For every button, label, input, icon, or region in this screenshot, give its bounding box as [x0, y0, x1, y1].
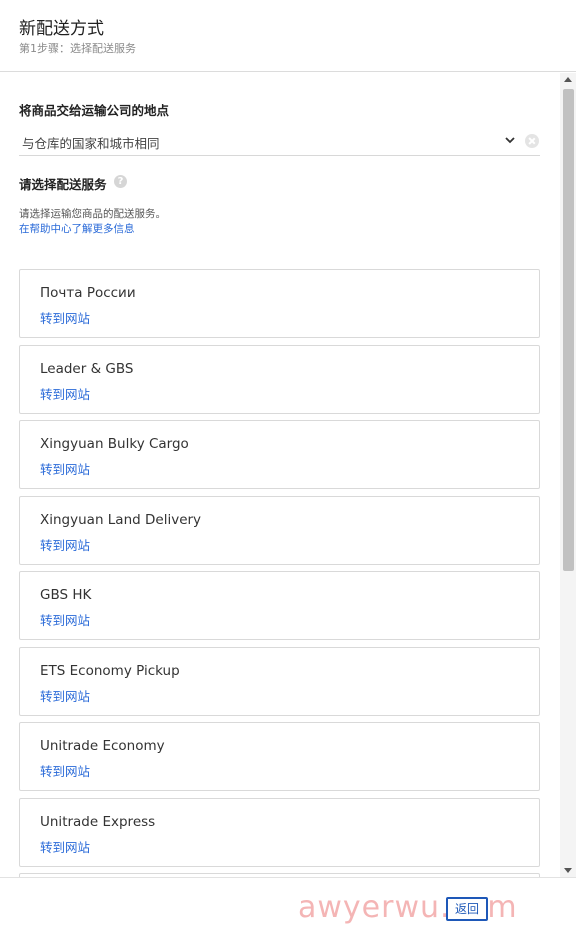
service-name: Xingyuan Bulky Cargo: [40, 436, 189, 452]
step-subtitle: 第1步骤：选择配送服务: [19, 42, 136, 55]
vertical-scrollbar[interactable]: [560, 73, 576, 877]
goto-website-link[interactable]: 转到网站: [40, 610, 90, 629]
scroll-down-icon[interactable]: [564, 868, 572, 873]
goto-website-link[interactable]: 转到网站: [40, 384, 90, 403]
dialog-content: 将商品交给运输公司的地点 与仓库的国家和城市相同 请选择配送服务 ? 请选择运输…: [0, 73, 560, 877]
dialog-footer: awyerwu.com 返回: [0, 877, 576, 937]
service-name: Leader & GBS: [40, 361, 134, 377]
service-name: Unitrade Express: [40, 814, 156, 830]
goto-website-link[interactable]: 转到网站: [40, 686, 90, 705]
goto-website-link[interactable]: 转到网站: [40, 837, 90, 856]
chevron-down-icon[interactable]: [504, 134, 516, 146]
clear-icon[interactable]: [525, 134, 539, 148]
scrollbar-thumb[interactable]: [563, 89, 574, 571]
handover-location-select[interactable]: 与仓库的国家和城市相同: [19, 128, 540, 156]
question-circle-icon[interactable]: ?: [114, 175, 127, 188]
dialog-header: 新配送方式 第1步骤：选择配送服务: [0, 0, 576, 72]
handover-select-value: 与仓库的国家和城市相同: [22, 136, 160, 151]
service-name: Xingyuan Land Delivery: [40, 512, 202, 528]
service-card[interactable]: GBS HK 转到网站: [19, 571, 540, 640]
page-title: 新配送方式: [19, 19, 104, 39]
service-card[interactable]: ETS Economy Pickup 转到网站: [19, 647, 540, 716]
service-description: 请选择运输您商品的配送服务。: [19, 208, 166, 220]
handover-label: 将商品交给运输公司的地点: [19, 103, 170, 118]
service-name: Unitrade Economy: [40, 738, 165, 754]
service-card[interactable]: Unitrade Economy 转到网站: [19, 722, 540, 791]
service-label: 请选择配送服务: [19, 177, 107, 192]
goto-website-link[interactable]: 转到网站: [40, 761, 90, 780]
goto-website-link[interactable]: 转到网站: [40, 459, 90, 478]
service-name: Почта России: [40, 285, 136, 301]
scroll-up-icon[interactable]: [564, 77, 572, 82]
service-card[interactable]: Xingyuan Land Delivery 转到网站: [19, 496, 540, 565]
service-name: GBS HK: [40, 587, 92, 603]
service-card[interactable]: Unitrade Express 转到网站: [19, 798, 540, 867]
goto-website-link[interactable]: 转到网站: [40, 535, 90, 554]
goto-website-link[interactable]: 转到网站: [40, 308, 90, 327]
service-card[interactable]: Xingyuan Bulky Cargo 转到网站: [19, 420, 540, 489]
service-card[interactable]: Leader & GBS 转到网站: [19, 345, 540, 414]
help-center-link[interactable]: 在帮助中心了解更多信息: [19, 221, 135, 236]
service-card[interactable]: Почта России 转到网站: [19, 269, 540, 338]
back-button[interactable]: 返回: [446, 897, 488, 921]
service-name: ETS Economy Pickup: [40, 663, 180, 679]
